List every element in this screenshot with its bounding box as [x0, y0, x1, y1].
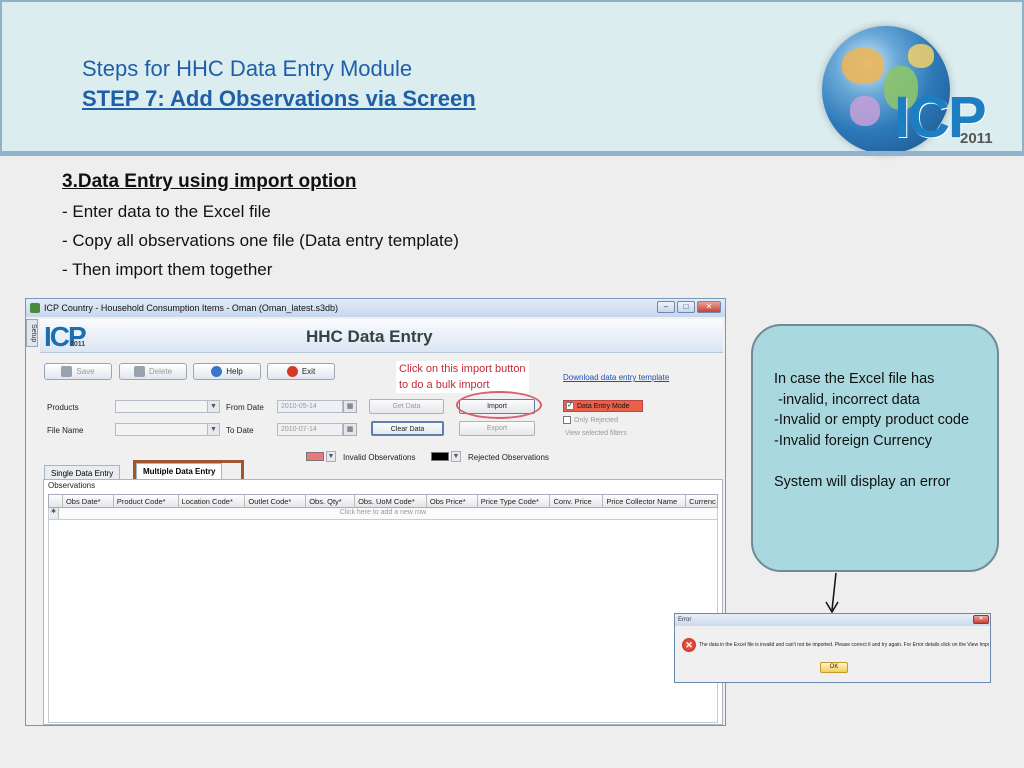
ok-button[interactable]: OK: [820, 662, 848, 673]
error-message: The data in the Excel file is invalid an…: [699, 642, 989, 648]
error-icon: ✕: [682, 638, 696, 652]
error-dialog: Error ✕ ✕ The data in the Excel file is …: [674, 613, 991, 683]
error-title: Error: [678, 617, 692, 623]
close-icon[interactable]: ✕: [973, 615, 989, 624]
error-titlebar: Error ✕: [675, 614, 990, 626]
